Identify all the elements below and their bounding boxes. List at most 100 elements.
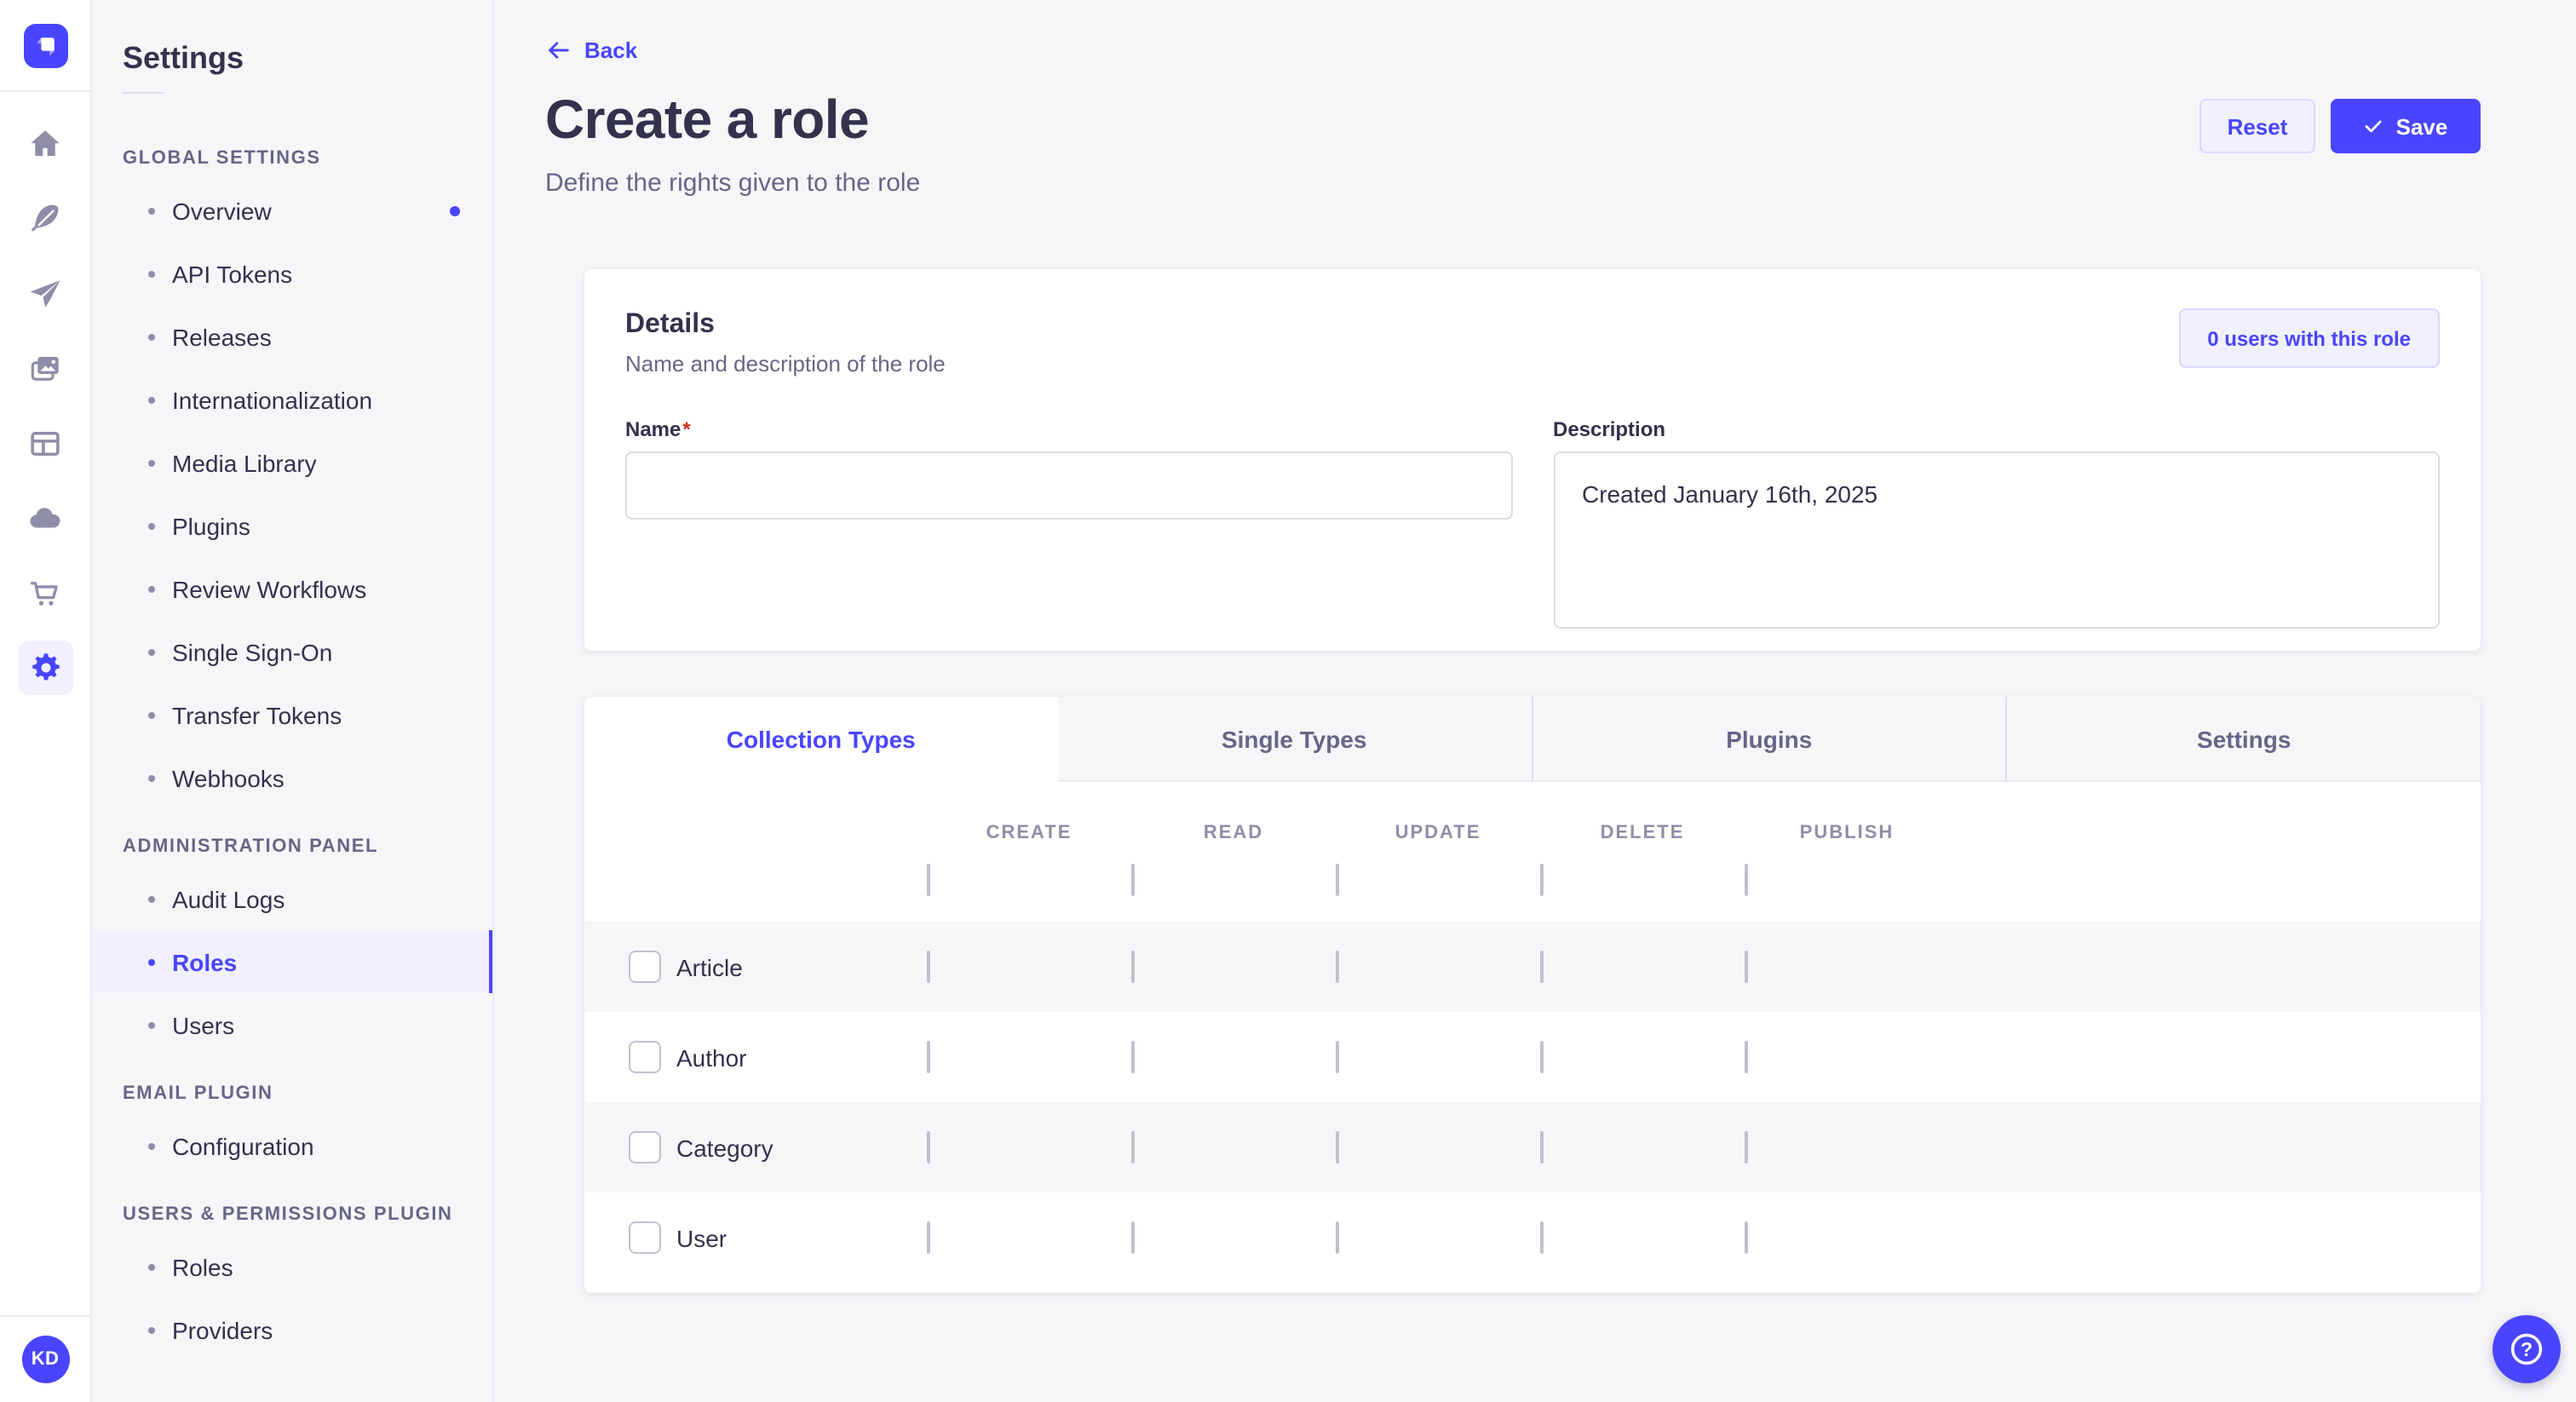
checkbox-article-row[interactable] xyxy=(629,951,661,983)
sidebar-item-single-sign-on[interactable]: Single Sign-On xyxy=(92,620,492,683)
back-link[interactable]: Back xyxy=(545,37,637,63)
cart-icon[interactable] xyxy=(8,555,83,630)
permissions-card: Collection Types Single Types Plugins Se… xyxy=(584,697,2481,1293)
table-row-article: Article xyxy=(584,922,2481,1012)
details-card: Details Name and description of the role… xyxy=(584,269,2481,651)
check-icon xyxy=(2364,116,2384,136)
sidebar-item-label: Media Library xyxy=(172,449,317,476)
checkbox-all-delete[interactable] xyxy=(1540,864,1544,896)
svg-text:?: ? xyxy=(2521,1338,2533,1360)
sidebar-item-overview[interactable]: Overview xyxy=(92,179,492,242)
sidebar-item-label: Roles xyxy=(172,948,237,975)
checkbox-author-publish[interactable] xyxy=(1745,1040,1748,1072)
checkbox-author-create[interactable] xyxy=(927,1040,930,1072)
checkbox-author-read[interactable] xyxy=(1131,1040,1135,1072)
users-with-role-button[interactable]: 0 users with this role xyxy=(2178,308,2440,368)
checkbox-article-delete[interactable] xyxy=(1540,950,1544,982)
section-email-plugin: EMAIL PLUGIN Configuration xyxy=(92,1083,492,1177)
sidebar-item-label: Releases xyxy=(172,323,272,350)
row-label: Author xyxy=(661,1043,927,1071)
checkbox-category-create[interactable] xyxy=(927,1130,930,1163)
checkbox-all-update[interactable] xyxy=(1336,864,1339,896)
bullet-icon xyxy=(148,585,155,592)
layout-icon[interactable] xyxy=(8,405,83,480)
tab-settings[interactable]: Settings xyxy=(2006,697,2481,782)
sidebar-item-roles-admin[interactable]: Roles xyxy=(92,930,492,993)
sidebar-item-label: Webhooks xyxy=(172,764,285,791)
paper-plane-icon[interactable] xyxy=(8,256,83,330)
checkbox-category-update[interactable] xyxy=(1336,1130,1339,1163)
checkbox-user-row[interactable] xyxy=(629,1221,661,1254)
sidebar-item-label: Transfer Tokens xyxy=(172,701,342,728)
checkbox-article-update[interactable] xyxy=(1336,950,1339,982)
gear-icon[interactable] xyxy=(18,641,72,695)
sidebar-item-label: Overview xyxy=(172,197,272,224)
bullet-icon xyxy=(148,1326,155,1333)
bullet-icon xyxy=(148,648,155,655)
column-header-create: CREATE xyxy=(927,823,1131,843)
name-input[interactable] xyxy=(625,451,1512,520)
sidebar-item-review-workflows[interactable]: Review Workflows xyxy=(92,557,492,620)
sidebar-item-internationalization[interactable]: Internationalization xyxy=(92,368,492,431)
checkbox-all-read[interactable] xyxy=(1131,864,1135,896)
checkbox-article-publish[interactable] xyxy=(1745,950,1748,982)
reset-button[interactable]: Reset xyxy=(2199,99,2315,153)
sidebar-item-webhooks[interactable]: Webhooks xyxy=(92,746,492,809)
checkbox-category-delete[interactable] xyxy=(1540,1130,1544,1163)
rail-footer: KD xyxy=(0,1315,90,1402)
sidebar-title: Settings xyxy=(123,41,492,77)
cloud-icon[interactable] xyxy=(8,480,83,555)
sidebar-item-providers[interactable]: Providers xyxy=(92,1298,492,1361)
sidebar-item-plugins[interactable]: Plugins xyxy=(92,494,492,557)
description-textarea[interactable]: Created January 16th, 2025 xyxy=(1553,451,2440,629)
checkbox-article-read[interactable] xyxy=(1131,950,1135,982)
table-row-author: Author xyxy=(584,1012,2481,1102)
row-label: Article xyxy=(661,953,927,980)
strapi-logo[interactable] xyxy=(23,23,67,67)
checkbox-article-create[interactable] xyxy=(927,950,930,982)
page-title: Create a role xyxy=(545,89,869,152)
sidebar-item-releases[interactable]: Releases xyxy=(92,305,492,368)
tab-collection-types[interactable]: Collection Types xyxy=(584,697,1058,782)
help-button[interactable]: ? xyxy=(2493,1315,2561,1383)
checkbox-all-publish[interactable] xyxy=(1745,864,1748,896)
checkbox-user-delete[interactable] xyxy=(1540,1221,1544,1253)
avatar[interactable]: KD xyxy=(21,1336,69,1383)
checkbox-category-publish[interactable] xyxy=(1745,1130,1748,1163)
question-mark-icon: ? xyxy=(2506,1329,2547,1370)
sidebar-item-audit-logs[interactable]: Audit Logs xyxy=(92,867,492,930)
checkbox-author-update[interactable] xyxy=(1336,1040,1339,1072)
row-label: User xyxy=(661,1224,927,1251)
checkbox-category-read[interactable] xyxy=(1131,1130,1135,1163)
sidebar-item-roles-up[interactable]: Roles xyxy=(92,1235,492,1298)
checkbox-author-delete[interactable] xyxy=(1540,1040,1544,1072)
checkbox-all-create[interactable] xyxy=(927,864,930,896)
tab-plugins[interactable]: Plugins xyxy=(1531,697,2006,782)
checkbox-user-update[interactable] xyxy=(1336,1221,1339,1253)
sidebar-item-api-tokens[interactable]: API Tokens xyxy=(92,242,492,305)
feather-icon[interactable] xyxy=(8,181,83,256)
bullet-icon xyxy=(148,333,155,340)
bullet-icon xyxy=(148,1263,155,1270)
save-button[interactable]: Save xyxy=(2331,99,2481,153)
tab-single-types[interactable]: Single Types xyxy=(1058,697,1532,782)
checkbox-author-row[interactable] xyxy=(629,1041,661,1073)
sidebar-item-media-library[interactable]: Media Library xyxy=(92,431,492,494)
checkbox-user-publish[interactable] xyxy=(1745,1221,1748,1253)
permissions-column-headers: CREATE READ UPDATE DELETE PUBLISH xyxy=(584,782,2481,843)
bullet-icon xyxy=(148,774,155,781)
home-icon[interactable] xyxy=(8,106,83,181)
sidebar-item-label: Plugins xyxy=(172,512,250,539)
checkbox-user-create[interactable] xyxy=(927,1221,930,1253)
media-icon[interactable] xyxy=(8,330,83,405)
bullet-icon xyxy=(148,522,155,529)
bullet-icon xyxy=(148,1021,155,1028)
sidebar-item-configuration[interactable]: Configuration xyxy=(92,1114,492,1177)
checkbox-user-read[interactable] xyxy=(1131,1221,1135,1253)
rail-header xyxy=(0,0,90,92)
bullet-icon xyxy=(148,711,155,718)
sidebar-item-transfer-tokens[interactable]: Transfer Tokens xyxy=(92,683,492,746)
description-label: Description xyxy=(1553,417,2440,441)
checkbox-category-row[interactable] xyxy=(629,1131,661,1164)
sidebar-item-users[interactable]: Users xyxy=(92,993,492,1056)
